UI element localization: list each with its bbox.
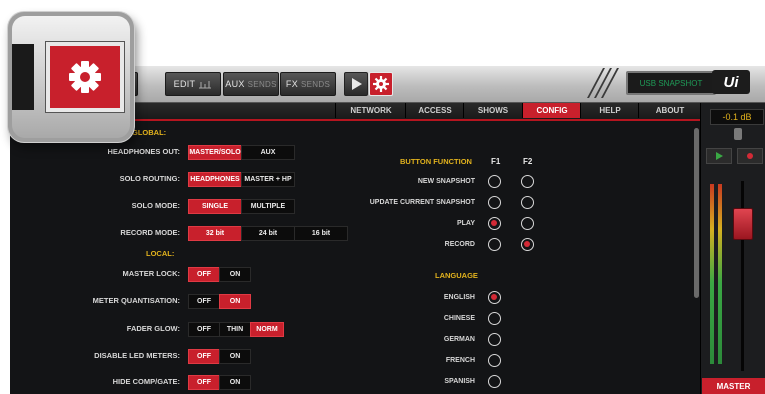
disable-led-meters-on-option[interactable]: ON [219, 349, 251, 364]
scrollbar[interactable] [694, 128, 699, 298]
hide-comp-gate-on-option[interactable]: ON [219, 375, 251, 390]
level-readout: -0.1 dB [710, 109, 764, 125]
master-label[interactable]: MASTER [702, 378, 765, 394]
language-chinese-label: CHINESE [443, 315, 475, 322]
fader-glow-label: FADER GLOW: [126, 324, 180, 333]
hide-comp-gate-off-option[interactable]: OFF [188, 375, 220, 390]
gear-icon [69, 61, 101, 93]
snapshot-display[interactable]: USB SNAPSHOT [626, 71, 716, 95]
fader-glow-thin-option[interactable]: THIN [219, 322, 251, 337]
callout-edge-button [12, 44, 34, 110]
config-button[interactable] [369, 72, 393, 96]
play-icon [352, 78, 362, 90]
fx-label: FX [285, 79, 299, 89]
record-icon [747, 153, 753, 159]
new-snapshot-label: NEW SNAPSHOT [417, 178, 475, 185]
solo-mode-multiple-option[interactable]: MULTIPLE [241, 199, 295, 214]
master-lock-off-option[interactable]: OFF [188, 267, 220, 282]
tab-network[interactable]: NETWORK [335, 103, 406, 118]
aux-label: AUX [225, 79, 245, 89]
strip-record-button[interactable] [737, 148, 763, 164]
update-snapshot-f1-radio[interactable] [488, 196, 501, 209]
play-f1-radio[interactable] [488, 217, 501, 230]
solo-routing-master-hp-option[interactable]: MASTER + HP [241, 172, 295, 187]
master-fader[interactable] [733, 208, 753, 240]
meter-quantisation-on-option[interactable]: ON [219, 294, 251, 309]
aux-sends-button[interactable]: AUX SENDS [223, 72, 279, 96]
record-f2-radio[interactable] [521, 238, 534, 251]
pan-knob[interactable] [734, 128, 742, 140]
solo-mode-single-option[interactable]: SINGLE [188, 199, 242, 214]
master-lock-label: MASTER LOCK: [122, 269, 181, 278]
disable-led-meters-label: DISABLE LED METERS: [94, 351, 180, 360]
ui-logo: Ui [712, 70, 750, 94]
language-heading: LANGUAGE [435, 271, 478, 280]
update-snapshot-label: UPDATE CURRENT SNAPSHOT [369, 199, 475, 206]
record-mode-16bit-option[interactable]: 16 bit [294, 226, 348, 241]
fader-glow-norm-option[interactable]: NORM [250, 322, 284, 337]
level-meter-left [710, 184, 714, 364]
play-button[interactable] [344, 72, 368, 96]
tab-shows[interactable]: SHOWS [463, 103, 522, 118]
f2-column-header: F2 [523, 157, 533, 166]
play-f2-radio[interactable] [521, 217, 534, 230]
record-mode-label: RECORD MODE: [120, 228, 180, 237]
global-heading: GLOBAL: [132, 128, 167, 137]
play-label: PLAY [456, 220, 475, 227]
headphones-master-solo-option[interactable]: MASTER/SOLO [188, 145, 242, 160]
local-heading: LOCAL: [146, 249, 175, 258]
tab-config[interactable]: CONFIG [522, 103, 581, 118]
fx-sub-label: SENDS [301, 79, 331, 89]
fx-sends-button[interactable]: FX SENDS [280, 72, 336, 96]
record-f1-radio[interactable] [488, 238, 501, 251]
record-mode-32bit-option[interactable]: 32 bit [188, 226, 242, 241]
play-icon [716, 152, 723, 160]
language-french-label: FRENCH [445, 357, 475, 364]
language-spanish-label: SPANISH [444, 378, 475, 385]
gear-icon [373, 76, 389, 92]
hide-comp-gate-label: HIDE COMP/GATE: [112, 377, 180, 386]
solo-routing-headphones-option[interactable]: HEADPHONES [188, 172, 242, 187]
language-spanish-radio[interactable] [488, 375, 501, 388]
language-german-radio[interactable] [488, 333, 501, 346]
tab-help[interactable]: HELP [580, 103, 639, 118]
language-french-radio[interactable] [488, 354, 501, 367]
disable-led-meters-off-option[interactable]: OFF [188, 349, 220, 364]
meter-quantisation-label: METER QUANTISATION: [92, 296, 180, 305]
fader-glow-off-option[interactable]: OFF [188, 322, 220, 337]
config-button-zoomed[interactable] [45, 41, 125, 113]
button-function-heading: BUTTON FUNCTION [400, 157, 472, 166]
solo-routing-label: SOLO ROUTING: [119, 174, 180, 183]
tab-about[interactable]: ABOUT [638, 103, 701, 118]
new-snapshot-f2-radio[interactable] [521, 175, 534, 188]
f1-column-header: F1 [491, 157, 501, 166]
zoom-callout [8, 12, 134, 142]
record-label: RECORD [444, 241, 475, 248]
level-meter-right [718, 184, 722, 364]
update-snapshot-f2-radio[interactable] [521, 196, 534, 209]
tab-access[interactable]: ACCESS [405, 103, 464, 118]
language-english-label: ENGLISH [443, 294, 475, 301]
edit-label: EDIT [173, 79, 196, 89]
headphones-aux-option[interactable]: AUX [241, 145, 295, 160]
new-snapshot-f1-radio[interactable] [488, 175, 501, 188]
language-chinese-radio[interactable] [488, 312, 501, 325]
meter-quantisation-off-option[interactable]: OFF [188, 294, 220, 309]
language-english-radio[interactable] [488, 291, 501, 304]
edit-button[interactable]: EDIT [165, 72, 221, 96]
master-lock-on-option[interactable]: ON [219, 267, 251, 282]
fader-icon [199, 80, 212, 88]
solo-mode-label: SOLO MODE: [131, 201, 180, 210]
record-mode-24bit-option[interactable]: 24 bit [241, 226, 295, 241]
aux-sub-label: SENDS [247, 79, 277, 89]
language-german-label: GERMAN [443, 336, 475, 343]
strip-play-button[interactable] [706, 148, 732, 164]
headphones-out-label: HEADPHONES OUT: [107, 147, 180, 156]
